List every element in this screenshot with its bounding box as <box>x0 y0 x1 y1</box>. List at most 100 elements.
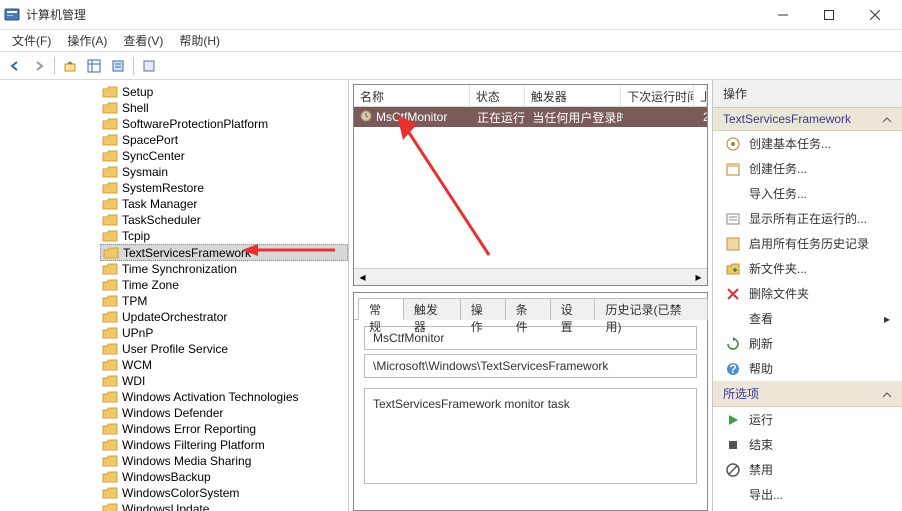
end-icon <box>725 437 741 453</box>
menu-action[interactable]: 操作(A) <box>59 30 115 51</box>
properties-button[interactable] <box>107 55 129 77</box>
action-show-running[interactable]: 显示所有正在运行的... <box>713 206 902 231</box>
tree-item-windows-defender[interactable]: Windows Defender <box>100 405 348 421</box>
tree-item-windowscolorsystem[interactable]: WindowsColorSystem <box>100 485 348 501</box>
tree-item-sysmain[interactable]: Sysmain <box>100 164 348 180</box>
scroll-right-icon[interactable]: ▸ <box>690 269 707 286</box>
tree-item-windows-activation-technologies[interactable]: Windows Activation Technologies <box>100 389 348 405</box>
tree-item-label: WindowsColorSystem <box>122 486 239 500</box>
tree-item-label: WindowsBackup <box>122 470 211 484</box>
tree-item-wdi[interactable]: WDI <box>100 373 348 389</box>
action-help[interactable]: ? 帮助 <box>713 356 902 381</box>
task-name-cell: MsCtfMonitor <box>376 110 447 124</box>
tree-item-updateorchestrator[interactable]: UpdateOrchestrator <box>100 309 348 325</box>
disable-icon <box>725 462 741 478</box>
tree-item-label: Setup <box>122 85 153 99</box>
col-status[interactable]: 状态 <box>470 85 525 106</box>
tab-actions[interactable]: 操作 <box>460 298 506 320</box>
action-run[interactable]: 运行 <box>713 407 902 432</box>
tree-item-wcm[interactable]: WCM <box>100 357 348 373</box>
action-enable-history[interactable]: 启用所有任务历史记录 <box>713 231 902 256</box>
toolbar-separator <box>133 57 134 75</box>
task-list-body[interactable]: MsCtfMonitor 正在运行 当任何用户登录时 2019 <box>354 107 707 268</box>
tree-item-label: WCM <box>122 358 152 372</box>
col-triggers[interactable]: 触发器 <box>525 85 621 106</box>
tree-item-task-manager[interactable]: Task Manager <box>100 196 348 212</box>
tree-item-textservicesframework[interactable]: TextServicesFramework <box>100 244 348 261</box>
refresh-button[interactable] <box>138 55 160 77</box>
tree-item-time-synchronization[interactable]: Time Synchronization <box>100 261 348 277</box>
tab-history[interactable]: 历史记录(已禁用) <box>594 298 708 320</box>
action-new-folder[interactable]: 新文件夹... <box>713 256 902 281</box>
menu-help[interactable]: 帮助(H) <box>171 30 228 51</box>
create-basic-task-icon <box>725 136 741 152</box>
col-last[interactable]: 上次 <box>694 85 707 106</box>
tab-triggers[interactable]: 触发器 <box>403 298 461 320</box>
tree-item-tcpip[interactable]: Tcpip <box>100 228 348 244</box>
tab-settings[interactable]: 设置 <box>550 298 596 320</box>
folder-icon <box>103 246 119 260</box>
tree-item-softwareprotectionplatform[interactable]: SoftwareProtectionPlatform <box>100 116 348 132</box>
tree-item-shell[interactable]: Shell <box>100 100 348 116</box>
tree-item-tpm[interactable]: TPM <box>100 293 348 309</box>
tree-item-label: SpacePort <box>122 133 178 147</box>
action-view[interactable]: 查看 ▸ <box>713 306 902 331</box>
col-next-run[interactable]: 下次运行时间 <box>621 85 694 106</box>
tree-item-setup[interactable]: Setup <box>100 84 348 100</box>
delete-folder-icon <box>725 286 741 302</box>
main-area: SetupShellSoftwareProtectionPlatformSpac… <box>0 80 902 511</box>
menu-view[interactable]: 查看(V) <box>115 30 171 51</box>
tree-item-windows-media-sharing[interactable]: Windows Media Sharing <box>100 453 348 469</box>
action-export[interactable]: 导出... <box>713 482 902 507</box>
folder-icon <box>102 422 118 436</box>
create-task-icon <box>725 161 741 177</box>
action-delete-folder[interactable]: 删除文件夹 <box>713 281 902 306</box>
tree-item-windowsbackup[interactable]: WindowsBackup <box>100 469 348 485</box>
tree-item-windows-filtering-platform[interactable]: Windows Filtering Platform <box>100 437 348 453</box>
folder-icon <box>102 486 118 500</box>
menu-file[interactable]: 文件(F) <box>4 30 59 51</box>
actions-panel1-title[interactable]: TextServicesFramework <box>713 108 902 131</box>
close-button[interactable] <box>852 0 898 30</box>
tree-item-label: Time Zone <box>122 278 179 292</box>
action-end[interactable]: 结束 <box>713 432 902 457</box>
action-refresh[interactable]: 刷新 <box>713 331 902 356</box>
action-disable[interactable]: 禁用 <box>713 457 902 482</box>
task-details: 常规 触发器 操作 条件 设置 历史记录(已禁用) MsCtfMonitor \… <box>353 292 708 511</box>
folder-icon <box>102 390 118 404</box>
up-button[interactable] <box>59 55 81 77</box>
tree-item-user-profile-service[interactable]: User Profile Service <box>100 341 348 357</box>
tree-item-upnp[interactable]: UPnP <box>100 325 348 341</box>
tree-item-systemrestore[interactable]: SystemRestore <box>100 180 348 196</box>
tree-item-synccenter[interactable]: SyncCenter <box>100 148 348 164</box>
tab-conditions[interactable]: 条件 <box>505 298 551 320</box>
tree-item-spaceport[interactable]: SpacePort <box>100 132 348 148</box>
tree-item-taskscheduler[interactable]: TaskScheduler <box>100 212 348 228</box>
folder-icon <box>102 470 118 484</box>
tab-general[interactable]: 常规 <box>358 298 404 320</box>
col-name[interactable]: 名称 <box>354 85 470 106</box>
tree-item-windowsupdate[interactable]: WindowsUpdate <box>100 501 348 511</box>
horizontal-scrollbar[interactable]: ◂ ▸ <box>354 268 707 285</box>
action-properties[interactable]: 属性 <box>713 507 902 511</box>
tree-item-windows-error-reporting[interactable]: Windows Error Reporting <box>100 421 348 437</box>
maximize-button[interactable] <box>806 0 852 30</box>
toolbar <box>0 52 902 80</box>
window-buttons <box>760 0 898 30</box>
back-button[interactable] <box>4 55 26 77</box>
actions-panel2-title[interactable]: 所选项 <box>713 381 902 407</box>
folder-tree[interactable]: SetupShellSoftwareProtectionPlatformSpac… <box>4 84 348 511</box>
forward-button[interactable] <box>28 55 50 77</box>
view-list-button[interactable] <box>83 55 105 77</box>
action-import-task[interactable]: 导入任务... <box>713 181 902 206</box>
folder-icon <box>102 502 118 511</box>
minimize-button[interactable] <box>760 0 806 30</box>
tree-item-time-zone[interactable]: Time Zone <box>100 277 348 293</box>
scroll-left-icon[interactable]: ◂ <box>354 269 371 286</box>
collapse-up-icon <box>882 389 892 399</box>
tree-item-label: Task Manager <box>122 197 197 211</box>
action-create-basic-task[interactable]: 创建基本任务... <box>713 131 902 156</box>
task-row[interactable]: MsCtfMonitor 正在运行 当任何用户登录时 2019 <box>354 107 707 127</box>
action-create-task[interactable]: 创建任务... <box>713 156 902 181</box>
collapse-up-icon <box>882 114 892 124</box>
